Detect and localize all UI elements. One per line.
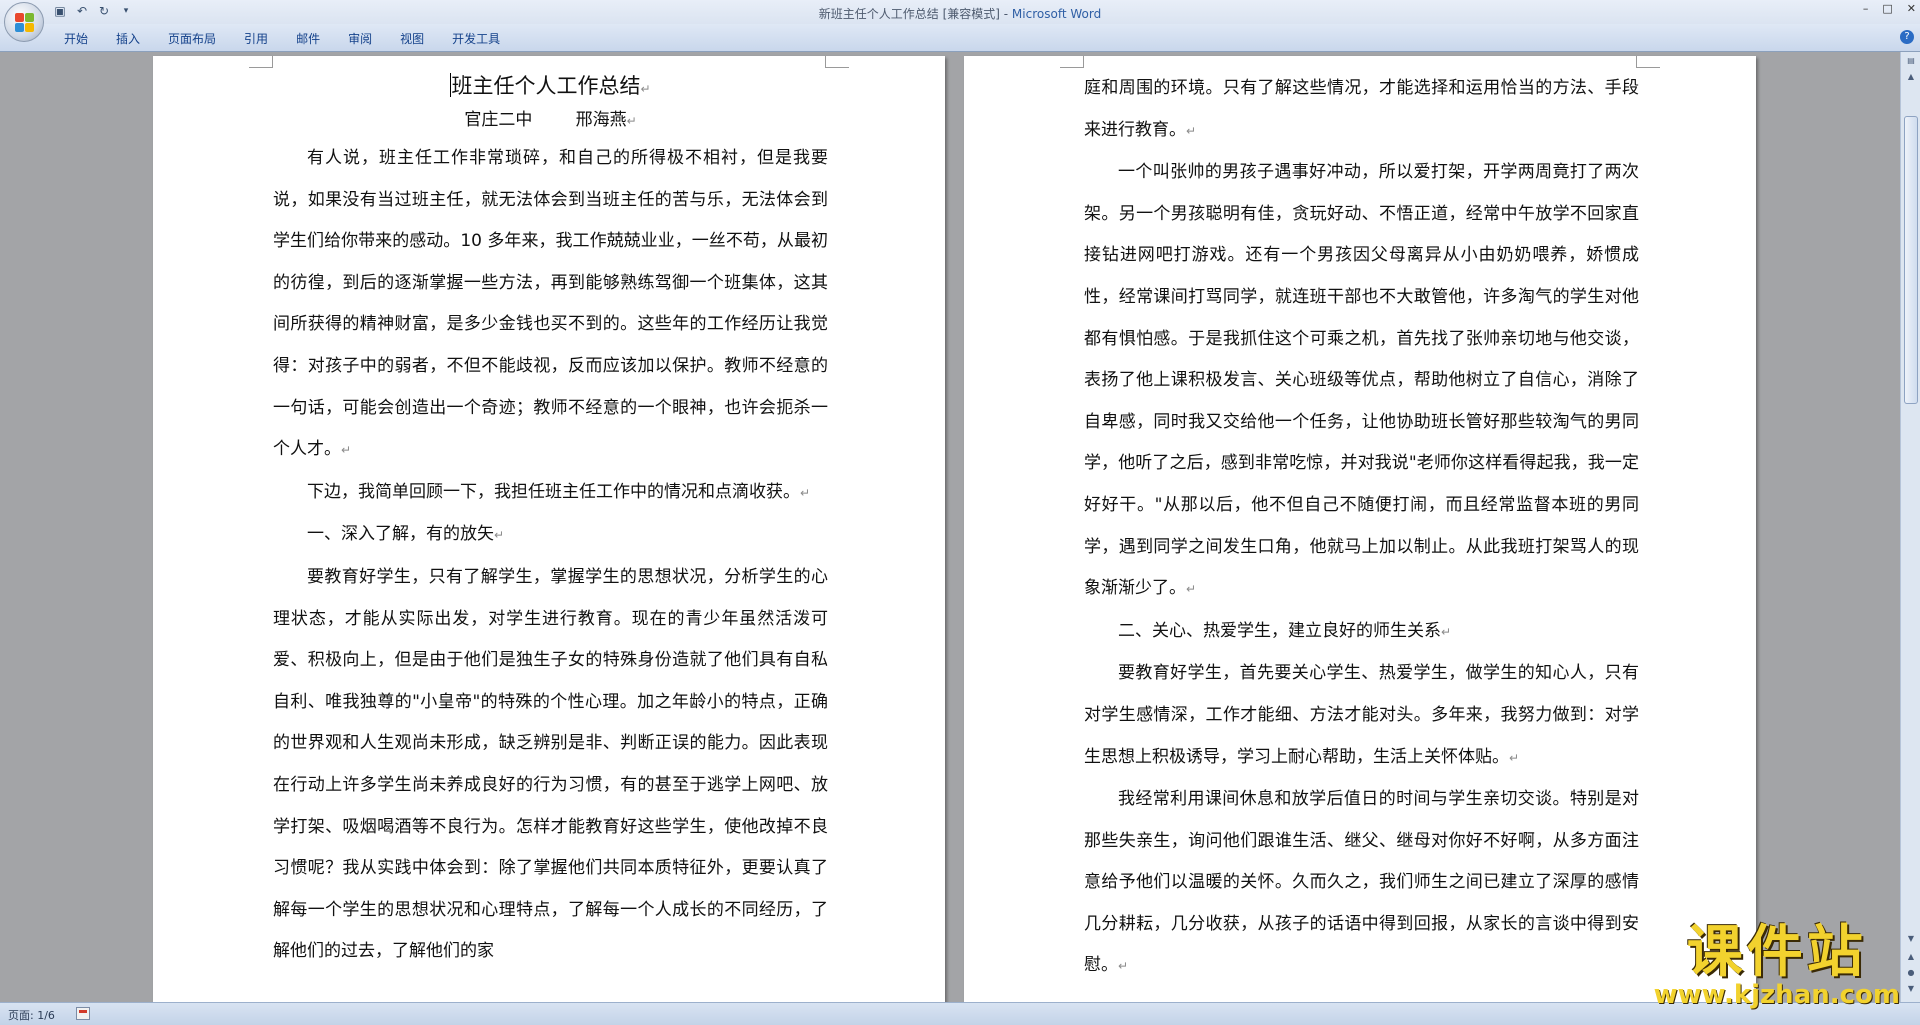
tab-references[interactable]: 引用 bbox=[230, 30, 282, 48]
section-heading: 二、关心、热爱学生，建立良好的师生关系↵ bbox=[1084, 611, 1639, 654]
paragraph-mark: ↵ bbox=[626, 114, 637, 128]
document-title-text: 班主任个人工作总结 bbox=[451, 74, 641, 98]
crop-mark bbox=[1636, 56, 1660, 68]
page-count-indicator[interactable]: 页面: 1/6 bbox=[8, 1007, 55, 1023]
scroll-up-icon[interactable]: ▲ bbox=[1903, 70, 1919, 84]
paragraph-mark: ↵ bbox=[1441, 624, 1452, 639]
body-paragraph: 我经常利用课间休息和放学后值日的时间与学生亲切交谈。特别是对那些失亲生，询问他们… bbox=[1084, 779, 1639, 988]
title-bar: ▣ ↶ ↻ ▾ 新班主任个人工作总结 [兼容模式] - Microsoft Wo… bbox=[0, 0, 1920, 24]
paragraph-mark: ↵ bbox=[800, 485, 811, 500]
tab-page-layout[interactable]: 页面布局 bbox=[154, 30, 230, 48]
tab-insert[interactable]: 插入 bbox=[102, 30, 154, 48]
vertical-scrollbar[interactable]: ▤ ▲ ▼ ▲ ● ▼ bbox=[1900, 52, 1920, 1002]
document-name: 新班主任个人工作总结 [兼容模式] - bbox=[818, 7, 1012, 21]
document-title: 班主任个人工作总结↵ bbox=[273, 70, 828, 104]
paragraph-mark: ↵ bbox=[494, 528, 505, 543]
ribbon-tab-bar: 开始 插入 页面布局 引用 邮件 审阅 视图 开发工具 ? bbox=[0, 24, 1920, 52]
tab-developer[interactable]: 开发工具 bbox=[438, 30, 514, 48]
tab-view[interactable]: 视图 bbox=[386, 30, 438, 48]
close-icon[interactable]: ✕ bbox=[1907, 2, 1916, 15]
body-paragraph: 要教育好学生，只有了解学生，掌握学生的思想状况，分析学生的心理状态，才能从实际出… bbox=[273, 557, 828, 973]
status-bar: 页面: 1/6 bbox=[0, 1002, 1920, 1025]
document-workspace[interactable]: 班主任个人工作总结↵ 官庄二中 邢海燕↵ 有人说，班主任工作非常琐碎，和自己的所… bbox=[0, 52, 1900, 1002]
paragraph-text: 一个叫张帅的男孩子遇事好冲动，所以爱打架，开学两周竟打了两次架。另一个男孩聪明有… bbox=[1084, 162, 1639, 599]
document-page-1[interactable]: 班主任个人工作总结↵ 官庄二中 邢海燕↵ 有人说，班主任工作非常琐碎，和自己的所… bbox=[153, 56, 945, 1002]
heading-text: 一、深入了解，有的放矢 bbox=[307, 524, 494, 545]
ribbon-tabs: 开始 插入 页面布局 引用 邮件 审阅 视图 开发工具 bbox=[50, 30, 514, 48]
tab-mailings[interactable]: 邮件 bbox=[282, 30, 334, 48]
paragraph-text: 我经常利用课间休息和放学后值日的时间与学生亲切交谈。特别是对那些失亲生，询问他们… bbox=[1084, 789, 1639, 976]
paragraph-mark: ↵ bbox=[341, 443, 352, 458]
office-button[interactable] bbox=[4, 2, 44, 42]
paragraph-mark: ↵ bbox=[1118, 959, 1129, 974]
section-heading: 一、深入了解，有的放矢↵ bbox=[273, 514, 828, 557]
previous-page-icon[interactable]: ▲ bbox=[1903, 950, 1919, 964]
paragraph-text: 下边，我简单回顾一下，我担任班主任工作中的情况和点滴收获。 bbox=[307, 481, 800, 502]
app-name: Microsoft Word bbox=[1011, 7, 1102, 21]
scroll-thumb[interactable] bbox=[1904, 116, 1918, 404]
paragraph-mark: ↵ bbox=[1186, 123, 1197, 138]
tab-review[interactable]: 审阅 bbox=[334, 30, 386, 48]
paragraph-mark: ↵ bbox=[1186, 582, 1197, 597]
paragraph-text: 要教育好学生，首先要关心学生、热爱学生，做学生的知心人，只有对学生感情深，工作才… bbox=[1084, 663, 1639, 767]
paragraph-mark: ↵ bbox=[640, 82, 651, 96]
crop-mark bbox=[825, 56, 849, 68]
site-watermark: 课件站 www.kjzhan.com bbox=[1653, 920, 1900, 1010]
paragraph-mark: ↵ bbox=[1509, 750, 1520, 765]
body-paragraph: 一个叫张帅的男孩子遇事好冲动，所以爱打架，开学两周竟打了两次架。另一个男孩聪明有… bbox=[1084, 152, 1639, 611]
paragraph-text: 庭和周围的环境。只有了解这些情况，才能选择和运用恰当的方法、手段来进行教育。 bbox=[1084, 78, 1639, 140]
window-controls: – □ ✕ bbox=[1863, 2, 1916, 15]
tab-home[interactable]: 开始 bbox=[50, 30, 102, 48]
body-paragraph: 庭和周围的环境。只有了解这些情况，才能选择和运用恰当的方法、手段来进行教育。↵ bbox=[1084, 68, 1639, 152]
next-page-icon[interactable]: ▼ bbox=[1903, 982, 1919, 996]
body-paragraph: 有人说，班主任工作非常琐碎，和自己的所得极不相衬，但是我要说，如果没有当过班主任… bbox=[273, 138, 828, 472]
help-icon[interactable]: ? bbox=[1900, 30, 1914, 44]
office-logo-icon bbox=[15, 13, 35, 33]
ruler-toggle-icon[interactable]: ▤ bbox=[1903, 54, 1919, 68]
body-paragraph: 要教育好学生，首先要关心学生、热爱学生，做学生的知心人，只有对学生感情深，工作才… bbox=[1084, 653, 1639, 779]
paragraph-text: 要教育好学生，只有了解学生，掌握学生的思想状况，分析学生的心理状态，才能从实际出… bbox=[273, 566, 828, 962]
maximize-icon[interactable]: □ bbox=[1882, 2, 1892, 15]
browse-object-icon[interactable]: ● bbox=[1903, 966, 1919, 980]
crop-mark bbox=[1060, 56, 1084, 68]
paragraph-text: 有人说，班主任工作非常琐碎，和自己的所得极不相衬，但是我要说，如果没有当过班主任… bbox=[273, 148, 828, 460]
minimize-icon[interactable]: – bbox=[1863, 2, 1869, 15]
document-author: 官庄二中 邢海燕 bbox=[464, 110, 627, 130]
body-paragraph: 下边，我简单回顾一下，我担任班主任工作中的情况和点滴收获。↵ bbox=[273, 472, 828, 515]
document-page-2[interactable]: 庭和周围的环境。只有了解这些情况，才能选择和运用恰当的方法、手段来进行教育。↵ … bbox=[964, 56, 1756, 1002]
crop-mark bbox=[249, 56, 273, 68]
document-author-line: 官庄二中 邢海燕↵ bbox=[273, 104, 828, 138]
proofing-status-icon[interactable] bbox=[76, 1007, 90, 1020]
heading-text: 二、关心、热爱学生，建立良好的师生关系 bbox=[1118, 620, 1441, 641]
watermark-url: www.kjzhan.com bbox=[1653, 980, 1900, 1010]
watermark-logo-text: 课件站 bbox=[1686, 920, 1867, 985]
window-title: 新班主任个人工作总结 [兼容模式] - Microsoft Word bbox=[0, 5, 1920, 22]
page-1-text[interactable]: 班主任个人工作总结↵ 官庄二中 邢海燕↵ 有人说，班主任工作非常琐碎，和自己的所… bbox=[273, 56, 828, 973]
scroll-down-icon[interactable]: ▼ bbox=[1903, 932, 1919, 946]
page-2-text[interactable]: 庭和周围的环境。只有了解这些情况，才能选择和运用恰当的方法、手段来进行教育。↵ … bbox=[1084, 68, 1639, 988]
